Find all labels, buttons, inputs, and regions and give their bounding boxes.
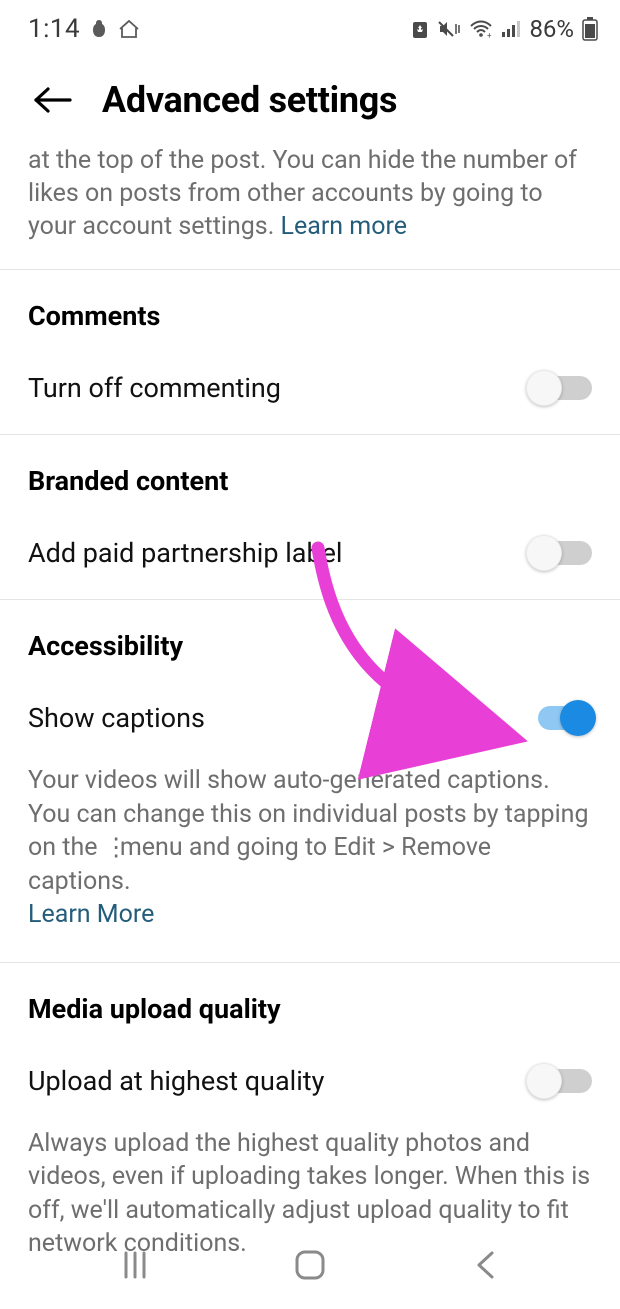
row-label-commenting: Turn off commenting: [28, 372, 281, 404]
status-right: + 86%: [411, 15, 598, 43]
top-description: at the top of the post. You can hide the…: [0, 144, 620, 269]
recycle-icon: [411, 19, 429, 39]
row-desc-show-captions: Your videos will show auto-generated cap…: [0, 764, 620, 962]
back-nav-icon: [474, 1250, 496, 1280]
toggle-commenting[interactable]: [526, 370, 592, 406]
section-title-branded: Branded content: [0, 435, 620, 505]
android-nav-bar: [0, 1231, 620, 1309]
learn-more-captions-link[interactable]: Learn More: [28, 900, 154, 929]
signal-icon: [501, 20, 521, 38]
back-arrow-icon: [32, 86, 72, 114]
learn-more-link[interactable]: Learn more: [281, 212, 407, 241]
row-label-paid-partnership: Add paid partnership label: [28, 537, 343, 569]
status-left: 1:14: [28, 14, 140, 44]
page-title: Advanced settings: [102, 79, 397, 121]
row-label-show-captions: Show captions: [28, 702, 205, 734]
back-button[interactable]: [30, 78, 74, 122]
home-icon: [118, 19, 140, 39]
kebab-icon: ⋮: [104, 831, 114, 865]
section-accessibility: Accessibility Show captions Your videos …: [0, 599, 620, 962]
app-header: Advanced settings: [0, 50, 620, 144]
row-turn-off-commenting: Turn off commenting: [0, 340, 620, 434]
section-title-comments: Comments: [0, 270, 620, 340]
toggle-show-captions[interactable]: [526, 700, 592, 736]
row-upload-quality: Upload at highest quality: [0, 1033, 620, 1127]
svg-text:+: +: [487, 31, 492, 38]
toggle-thumb: [526, 370, 562, 406]
back-nav-button[interactable]: [455, 1245, 515, 1285]
section-title-accessibility: Accessibility: [0, 600, 620, 670]
recents-icon: [118, 1251, 152, 1279]
battery-icon: [582, 17, 598, 41]
mute-vibrate-icon: [437, 19, 461, 39]
row-paid-partnership: Add paid partnership label: [0, 505, 620, 599]
toggle-thumb: [560, 700, 596, 736]
toggle-paid-partnership[interactable]: [526, 535, 592, 571]
battery-percent: 86%: [529, 15, 574, 43]
recents-button[interactable]: [105, 1245, 165, 1285]
toggle-thumb: [526, 1063, 562, 1099]
app-indicator-icon: [90, 19, 108, 39]
row-label-upload-quality: Upload at highest quality: [28, 1065, 324, 1097]
status-time: 1:14: [28, 14, 80, 44]
wifi-icon: +: [469, 20, 493, 38]
row-show-captions: Show captions: [0, 670, 620, 764]
section-comments: Comments Turn off commenting: [0, 269, 620, 434]
toggle-thumb: [526, 535, 562, 571]
toggle-upload-quality[interactable]: [526, 1063, 592, 1099]
status-bar: 1:14 + 86%: [0, 0, 620, 50]
section-title-media: Media upload quality: [0, 963, 620, 1033]
section-branded-content: Branded content Add paid partnership lab…: [0, 434, 620, 599]
home-button[interactable]: [280, 1245, 340, 1285]
home-nav-icon: [293, 1248, 327, 1282]
